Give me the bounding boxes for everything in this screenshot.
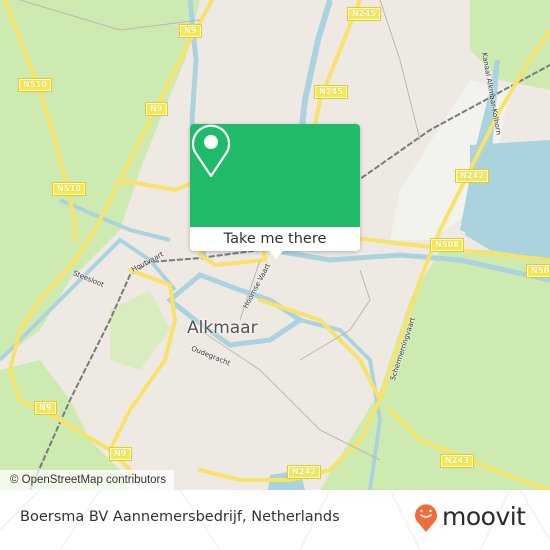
road-shield-n242: N242 [454,169,490,183]
road-shield-n9: N9 [109,447,132,461]
footer-bar: Boersma BV Aannemersbedrijf, Netherlands… [0,490,550,550]
road-shield-n243: N243 [439,454,475,468]
map-pin-icon [191,124,231,178]
moovit-logo[interactable]: moovit [413,501,526,533]
moovit-wordmark: moovit [442,502,526,531]
road-shield-n508-edge: N508 [525,264,550,278]
moovit-smiley-pin-icon [415,504,437,532]
road-shield-n245: N245 [346,7,382,21]
road-shield-n9: N9 [145,102,168,116]
road-shield-n9: N9 [179,24,202,38]
popup-pointer [268,250,284,259]
road-shield-n508: N508 [429,238,465,252]
road-shield-n242: N242 [286,465,322,479]
take-me-there-button[interactable]: Take me there [190,227,360,251]
popup-header[interactable] [190,124,360,227]
map-attribution[interactable]: © OpenStreetMap contributors [0,470,175,490]
road-shield-n510: N510 [17,78,53,92]
road-shield-n9: N9 [34,401,57,415]
place-name: Boersma BV Aannemersbedrijf, Netherlands [20,509,340,525]
grass-area-west [0,0,200,360]
road-shield-n245: N245 [313,85,349,99]
road-shield-n510: N510 [51,182,87,196]
map-view[interactable]: N9 N510 N9 N510 N245 N245 N242 N508 N508… [0,0,550,490]
city-label-alkmaar: Alkmaar [187,318,258,338]
grass-area-east [320,250,550,490]
directions-popup[interactable]: Take me there [190,124,360,259]
